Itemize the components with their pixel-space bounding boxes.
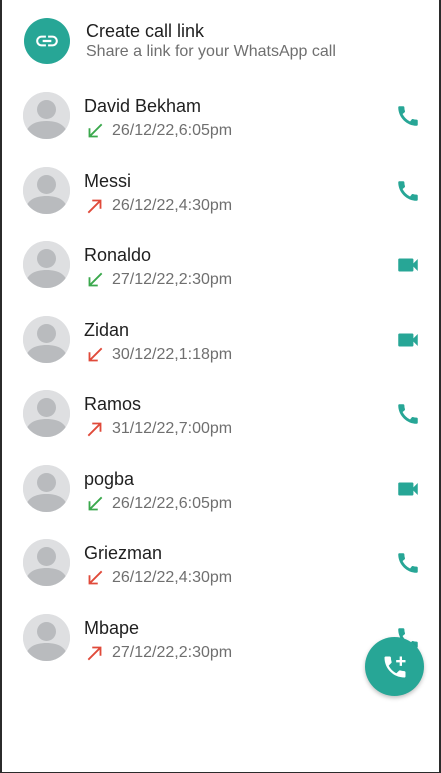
contact-name: Mbape (84, 617, 140, 638)
contact-name: Griezman (84, 543, 163, 563)
call-timestamp: 26/12/22,4:30pm (112, 569, 233, 586)
link-icon (36, 35, 58, 47)
video-call-icon (398, 333, 418, 346)
default-avatar-icon (23, 539, 70, 586)
create-call-link-item[interactable]: Create call link Share a link for your W… (24, 18, 429, 64)
contact-name: pogba (84, 468, 135, 489)
call-row[interactable]: pogba 26/12/22,6:05pm (2, 458, 439, 533)
default-avatar-icon (23, 390, 70, 437)
call-row[interactable]: David Bekham 26/12/22,6:05pm (2, 85, 439, 160)
voice-call-icon (398, 404, 418, 424)
call-row[interactable]: Messi 26/12/22,4:30pm (2, 160, 439, 235)
add-call-icon (384, 656, 405, 677)
call-back-button[interactable] (395, 327, 421, 353)
avatar[interactable] (23, 315, 70, 363)
avatar[interactable] (23, 613, 70, 661)
missed-call-arrow-icon (88, 570, 103, 585)
call-back-button[interactable] (395, 103, 421, 129)
call-row[interactable]: Ronaldo 27/12/22,2:30pm (2, 234, 439, 309)
avatar[interactable] (23, 241, 70, 288)
outgoing-arrow-icon (87, 646, 102, 660)
call-back-button[interactable] (395, 476, 421, 502)
contact-name: Zidan (84, 319, 130, 340)
default-avatar-icon (23, 92, 70, 139)
create-link-subtitle: Share a link for your WhatsApp call (86, 43, 336, 60)
incoming-arrow-icon (88, 496, 103, 510)
call-timestamp: 26/12/22,6:05pm (112, 494, 233, 512)
incoming-arrow-icon (88, 123, 103, 138)
voice-call-icon (398, 180, 418, 201)
contact-name: Ramos (84, 394, 142, 414)
call-row[interactable]: Ramos 31/12/22,7:00pm (2, 383, 439, 458)
avatar[interactable] (23, 539, 70, 586)
voice-call-icon (398, 553, 418, 573)
avatar[interactable] (23, 92, 70, 139)
default-avatar-icon (23, 613, 70, 661)
default-avatar-icon (23, 315, 70, 363)
call-timestamp: 27/12/22,2:30pm (112, 643, 233, 661)
calls-screen: Create call link Share a link for your W… (0, 0, 441, 773)
default-avatar-icon (23, 464, 70, 512)
default-avatar-icon (23, 241, 70, 288)
create-link-title: Create call link (86, 21, 205, 41)
call-timestamp: 31/12/22,7:00pm (112, 420, 233, 437)
create-link-button[interactable] (24, 18, 70, 64)
call-back-button[interactable] (395, 401, 421, 427)
call-back-button[interactable] (395, 178, 421, 204)
avatar[interactable] (23, 390, 70, 437)
incoming-arrow-icon (88, 272, 103, 287)
call-timestamp: 30/12/22,1:18pm (112, 345, 233, 363)
call-timestamp: 26/12/22,4:30pm (112, 196, 233, 214)
default-avatar-icon (23, 166, 70, 214)
call-timestamp: 27/12/22,2:30pm (112, 271, 233, 288)
call-timestamp: 26/12/22,6:05pm (112, 122, 233, 139)
video-call-icon (398, 482, 418, 495)
outgoing-arrow-icon (87, 422, 102, 437)
call-back-button[interactable] (395, 252, 421, 278)
voice-call-icon (398, 106, 418, 126)
video-call-icon (398, 258, 418, 272)
contact-name: Ronaldo (84, 245, 152, 265)
call-row[interactable]: Zidan 30/12/22,1:18pm (2, 309, 439, 384)
call-row[interactable]: Griezman 26/12/22,4:30pm (2, 532, 439, 607)
avatar[interactable] (23, 464, 70, 512)
contact-name: Messi (84, 170, 132, 191)
new-call-fab[interactable] (365, 637, 424, 696)
missed-call-arrow-icon (88, 347, 103, 361)
call-back-button[interactable] (395, 550, 421, 576)
call-log-list: David Bekham 26/12/22,6:05pm Messi 26/12/22… (2, 85, 439, 681)
avatar[interactable] (23, 166, 70, 214)
contact-name: David Bekham (84, 96, 202, 116)
outgoing-arrow-icon (87, 199, 102, 213)
